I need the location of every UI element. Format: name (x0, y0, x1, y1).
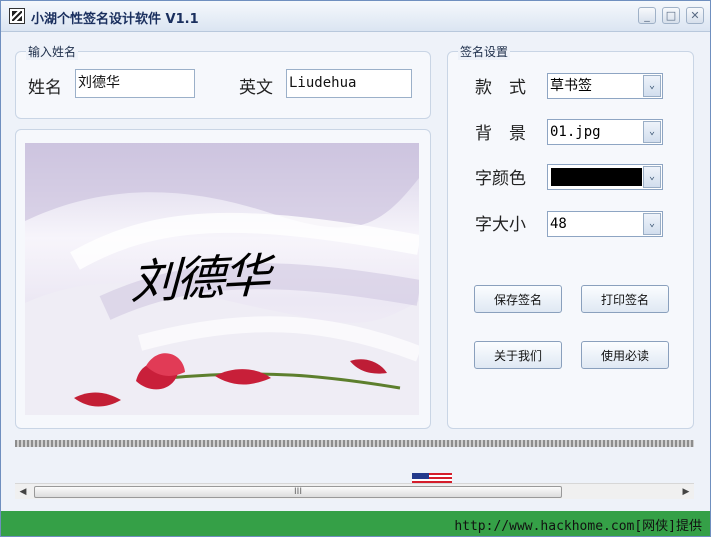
minimize-button[interactable]: _ (638, 7, 656, 24)
application-window: 小湖个性签名设计软件 V1.1 _ □ ✕ 输入姓名 姓名 刘德华 英文 Liu… (0, 0, 711, 537)
signature-settings-group: 签名设置 款 式 草书签 ⌄ 背 景 01.jpg ⌄ 字颜色 ⌄ 字大小 48… (447, 43, 694, 429)
chevron-down-icon[interactable]: ⌄ (643, 166, 661, 188)
signature-settings-title: 签名设置 (458, 43, 511, 60)
font-color-swatch (551, 168, 642, 186)
style-label: 款 式 (475, 78, 526, 98)
style-select[interactable]: 草书签 ⌄ (547, 73, 663, 99)
scroll-left-icon[interactable]: ◀ (17, 486, 29, 498)
name-label: 姓名 (28, 78, 62, 98)
signature-preview-image: 刘德华 (25, 143, 419, 415)
font-size-value: 48 (550, 216, 567, 232)
name-field[interactable]: 刘德华 (75, 69, 195, 98)
signature-text: 刘德华 (126, 247, 280, 311)
print-signature-button[interactable]: 打印签名 (581, 285, 669, 313)
font-color-label: 字颜色 (475, 169, 526, 189)
close-button[interactable]: ✕ (686, 7, 704, 24)
window-title: 小湖个性签名设计软件 V1.1 (31, 12, 199, 27)
english-label: 英文 (239, 78, 273, 98)
save-signature-button[interactable]: 保存签名 (474, 285, 562, 313)
usage-guide-button[interactable]: 使用必读 (581, 341, 669, 369)
maximize-button[interactable]: □ (662, 7, 680, 24)
language-flag-icon (412, 473, 452, 483)
scroll-right-icon[interactable]: ▶ (680, 486, 692, 498)
chevron-down-icon[interactable]: ⌄ (643, 213, 661, 235)
name-input-group: 输入姓名 姓名 刘德华 英文 Liudehua (15, 43, 431, 119)
about-us-button[interactable]: 关于我们 (474, 341, 562, 369)
horizontal-scrollbar[interactable]: ◀ III ▶ (15, 483, 694, 499)
background-value: 01.jpg (550, 124, 601, 140)
english-name-field[interactable]: Liudehua (286, 69, 412, 98)
footer-text: http://www.hackhome.com[网侠]提供 (454, 519, 702, 534)
scrollbar-thumb[interactable]: III (34, 486, 562, 498)
font-color-select[interactable]: ⌄ (547, 164, 663, 190)
font-size-label: 字大小 (475, 215, 526, 235)
title-bar[interactable]: 小湖个性签名设计软件 V1.1 _ □ ✕ (1, 1, 710, 32)
style-value: 草书签 (550, 78, 592, 94)
name-input-group-title: 输入姓名 (26, 43, 79, 60)
background-label: 背 景 (475, 124, 526, 144)
chevron-down-icon[interactable]: ⌄ (643, 121, 661, 143)
background-select[interactable]: 01.jpg ⌄ (547, 119, 663, 145)
app-icon (9, 8, 25, 24)
horizontal-ruler (15, 440, 694, 447)
footer-bar: http://www.hackhome.com[网侠]提供 (1, 511, 710, 536)
font-size-select[interactable]: 48 ⌄ (547, 211, 663, 237)
chevron-down-icon[interactable]: ⌄ (643, 75, 661, 97)
